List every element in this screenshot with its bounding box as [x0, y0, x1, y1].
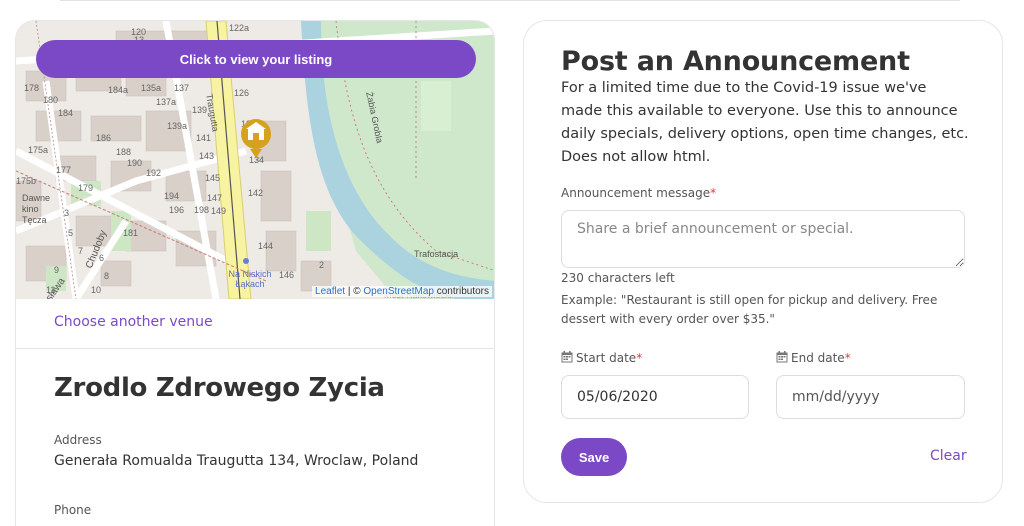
- svg-text:143: 143: [199, 151, 214, 161]
- svg-text:175b: 175b: [16, 176, 36, 186]
- svg-text:146: 146: [279, 270, 294, 280]
- map-label-stop: Na Niskich Łąkach: [228, 269, 272, 289]
- svg-text:147: 147: [207, 193, 222, 203]
- leaflet-link[interactable]: Leaflet: [315, 286, 345, 297]
- svg-text:2: 2: [319, 260, 324, 270]
- start-date-input[interactable]: [561, 375, 749, 419]
- svg-text:137: 137: [174, 83, 189, 93]
- calendar-icon: [561, 351, 573, 363]
- required-mark: *: [844, 351, 851, 365]
- view-listing-button[interactable]: Click to view your listing: [36, 40, 476, 78]
- svg-text:196: 196: [169, 205, 184, 215]
- svg-text:145: 145: [205, 173, 220, 183]
- svg-text:186: 186: [96, 133, 111, 143]
- map-attribution: Leaflet | © OpenStreetMap contributors: [312, 286, 492, 297]
- svg-text:178: 178: [24, 83, 39, 93]
- svg-text:180: 180: [43, 95, 58, 105]
- phone-label: Phone: [54, 503, 92, 517]
- venue-name: Zrodlo Zdrowego Zycia: [54, 373, 385, 403]
- svg-text:139a: 139a: [167, 121, 187, 131]
- svg-text:7: 7: [78, 246, 83, 256]
- address-label: Address: [54, 433, 102, 447]
- attribution-separator: | ©: [345, 286, 364, 297]
- save-button[interactable]: Save: [561, 438, 627, 476]
- svg-text:135a: 135a: [141, 83, 161, 93]
- address-value: Generała Romualda Traugutta 134, Wroclaw…: [54, 453, 419, 469]
- svg-text:9: 9: [54, 265, 59, 275]
- example-text: Example: "Restaurant is still open for p…: [561, 293, 938, 326]
- venue-card: 120 122a 178 184a 135a 137 180 137a 139 126 184…: [15, 20, 495, 526]
- svg-text:184a: 184a: [108, 85, 128, 95]
- svg-text:142: 142: [248, 188, 263, 198]
- svg-text:181: 181: [123, 228, 138, 238]
- svg-text:137a: 137a: [156, 97, 176, 107]
- clear-link[interactable]: Clear: [930, 448, 967, 464]
- chars-left: 230 characters left: [561, 271, 675, 285]
- svg-text:3: 3: [64, 208, 69, 218]
- calendar-icon: [776, 351, 788, 363]
- end-date-label: End date*: [776, 351, 851, 365]
- svg-text:188: 188: [116, 147, 131, 157]
- svg-text:179: 179: [78, 183, 93, 193]
- end-date-label-text: End date: [791, 351, 845, 365]
- svg-text:126: 126: [234, 88, 249, 98]
- svg-text:194: 194: [164, 191, 179, 201]
- announcement-card: Post an Announcement For a limited time …: [523, 20, 1003, 503]
- map[interactable]: 120 122a 178 184a 135a 137 180 137a 139 126 184…: [16, 21, 494, 299]
- required-mark: *: [710, 186, 717, 200]
- start-date-label: Start date*: [561, 351, 642, 365]
- svg-text:198: 198: [194, 205, 209, 215]
- choose-venue-link[interactable]: Choose another venue: [54, 314, 213, 330]
- svg-text:5: 5: [68, 228, 73, 238]
- svg-text:149: 149: [211, 206, 226, 216]
- svg-text:10: 10: [91, 285, 101, 295]
- svg-text:8: 8: [104, 271, 109, 281]
- announcement-description: For a limited time due to the Covid-19 i…: [561, 80, 969, 165]
- start-date-label-text: Start date: [576, 351, 637, 365]
- map-label-poi: Dawne kino Tęcza: [22, 193, 51, 225]
- message-label: Announcement message*: [561, 186, 716, 200]
- svg-text:175a: 175a: [28, 145, 48, 155]
- divider: [16, 348, 494, 349]
- svg-text:122a: 122a: [229, 23, 249, 33]
- svg-text:192: 192: [146, 168, 161, 178]
- message-label-text: Announcement message: [561, 186, 711, 200]
- end-date-input[interactable]: [776, 375, 965, 419]
- top-rule: [60, 0, 960, 1]
- required-mark: *: [636, 351, 643, 365]
- svg-text:139: 139: [192, 105, 207, 115]
- announcement-message-input[interactable]: [561, 210, 965, 268]
- svg-text:141: 141: [196, 133, 211, 143]
- attribution-suffix: contributors: [433, 286, 489, 297]
- svg-text:144: 144: [258, 241, 273, 251]
- announcement-title: Post an Announcement: [561, 46, 910, 77]
- svg-text:190: 190: [127, 158, 142, 168]
- svg-text:177: 177: [56, 165, 71, 175]
- map-label-poi: Trafostacja: [414, 249, 459, 259]
- svg-text:184: 184: [58, 108, 73, 118]
- osm-link[interactable]: OpenStreetMap: [363, 286, 434, 297]
